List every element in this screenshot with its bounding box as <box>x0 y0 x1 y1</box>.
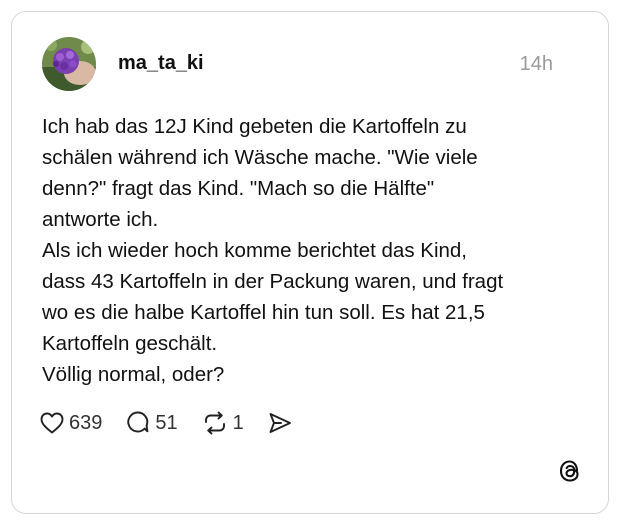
repost-button[interactable]: 1 <box>202 411 244 435</box>
reply-count: 51 <box>155 411 178 434</box>
action-bar: 639 51 1 <box>40 408 292 438</box>
avatar[interactable] <box>42 37 96 91</box>
post-timestamp: 14h <box>519 53 553 75</box>
avatar-image <box>42 37 96 91</box>
like-button[interactable]: 639 <box>40 412 102 435</box>
post-card: ma_ta_ki 14h Ich hab das 12J Kind gebete… <box>11 11 609 514</box>
repost-arrows-icon <box>204 411 225 435</box>
like-count: 639 <box>69 411 103 434</box>
heart-icon <box>40 412 64 434</box>
repost-count: 1 <box>232 411 244 434</box>
reply-button[interactable]: 51 <box>126 411 178 435</box>
username[interactable]: ma_ta_ki <box>118 52 204 75</box>
share-button[interactable] <box>268 412 292 434</box>
post-text: Ich hab das 12J Kind gebeten die Kartoff… <box>42 115 504 386</box>
send-icon <box>269 413 291 433</box>
threads-logo[interactable] <box>558 459 582 483</box>
speech-bubble-icon <box>127 411 149 433</box>
